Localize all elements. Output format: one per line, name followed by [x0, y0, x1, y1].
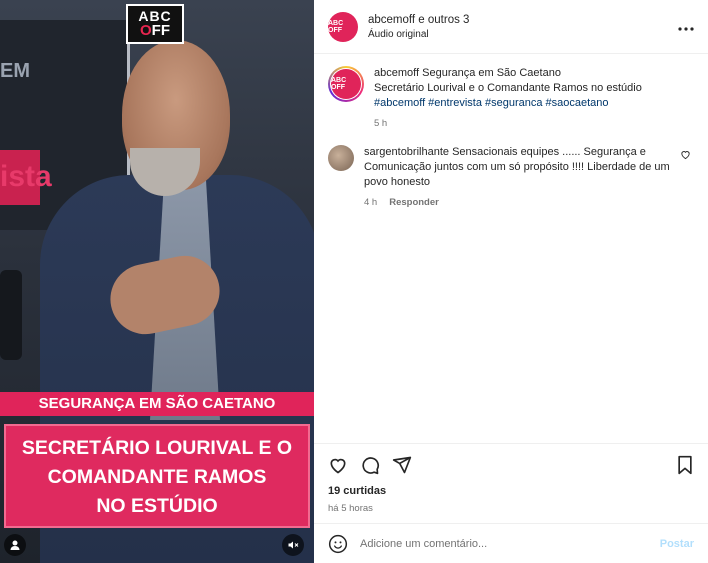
share-button[interactable]: [392, 455, 412, 475]
header-text: abcemoff e outros 3 Áudio original: [368, 14, 678, 40]
user-icon: [10, 540, 20, 550]
post-header: ABC OFF abcemoff e outros 3 Áudio origin…: [314, 0, 708, 54]
comment-icon: [362, 456, 380, 474]
author-avatar[interactable]: ABC OFF: [328, 11, 358, 42]
comment-button[interactable]: [360, 455, 380, 475]
more-options-button[interactable]: [678, 18, 694, 36]
share-icon: [392, 456, 412, 473]
hashtag-link[interactable]: #abcemoff: [374, 97, 425, 109]
author-names[interactable]: abcemoff e outros 3: [368, 14, 678, 26]
tagged-users-button[interactable]: [4, 534, 26, 556]
commenter-avatar[interactable]: [328, 145, 354, 171]
logo-line-2: OFF: [128, 23, 182, 38]
avatar-text: ABC OFF: [331, 77, 347, 91]
logo-line-1: ABC: [138, 8, 172, 24]
comment-item: sargentobrilhante Sensacionais equipes .…: [328, 145, 694, 210]
avatar-text: ABC OFF: [328, 19, 344, 34]
action-bar: [314, 443, 708, 485]
logo-o: O: [140, 22, 152, 39]
caption-username[interactable]: abcemoff: [374, 67, 419, 79]
comment-like-button[interactable]: [680, 145, 694, 210]
emoji-icon: [328, 534, 348, 553]
more-horizontal-icon: [678, 26, 694, 31]
bookmark-icon: [678, 455, 692, 474]
caption-line: COMANDANTE RAMOS: [47, 466, 267, 488]
comment-input[interactable]: [360, 537, 660, 550]
studio-sign-text: ista: [0, 160, 52, 193]
like-button[interactable]: [328, 455, 348, 475]
add-comment-bar: Postar: [314, 523, 708, 563]
speaker-muted-icon: [288, 541, 299, 549]
caption-box: SECRETÁRIO LOURIVAL E O COMANDANTE RAMOS…: [4, 424, 310, 528]
caption-avatar-inner: ABC OFF: [330, 68, 362, 100]
mute-button[interactable]: [282, 534, 304, 556]
comment-body: sargentobrilhante Sensacionais equipes .…: [364, 145, 674, 210]
heart-icon: [681, 151, 690, 160]
instagram-post-view: EM ista ABC OFF SEGURANÇA EM SÃO CAETANO…: [0, 0, 708, 563]
caption-avatar[interactable]: ABC OFF: [328, 66, 364, 102]
heart-icon: [330, 458, 346, 473]
caption-text-1: Segurança em São Caetano: [422, 67, 561, 79]
microphone-arm: [0, 270, 22, 360]
emoji-button[interactable]: [328, 534, 348, 554]
likes-count[interactable]: 19 curtidas: [314, 485, 708, 501]
comments-area[interactable]: ABC OFF abcemoff Segurança em São Caetan…: [314, 54, 708, 443]
reel-video[interactable]: EM ista ABC OFF SEGURANÇA EM SÃO CAETANO…: [0, 0, 314, 563]
comment-text-block: sargentobrilhante Sensacionais equipes .…: [364, 145, 674, 190]
hashtag-link[interactable]: #seguranca: [485, 97, 543, 109]
comment-meta: 4 h Responder: [364, 195, 674, 210]
comment-time[interactable]: 4 h: [364, 197, 377, 208]
hashtag-link[interactable]: #entrevista: [428, 97, 482, 109]
caption-line-1: abcemoff Segurança em São Caetano: [374, 66, 694, 81]
post-sidebar: ABC OFF abcemoff e outros 3 Áudio origin…: [314, 0, 708, 563]
save-button[interactable]: [676, 455, 694, 475]
caption-line: SECRETÁRIO LOURIVAL E O: [21, 437, 293, 459]
caption-avatar-logo: ABC OFF: [331, 69, 361, 99]
caption-time[interactable]: 5 h: [374, 116, 694, 131]
hashtag-link[interactable]: #saocaetano: [545, 97, 608, 109]
caption-banner: SEGURANÇA EM SÃO CAETANO: [0, 392, 314, 416]
reply-button[interactable]: Responder: [389, 197, 439, 208]
caption-line: NO ESTÚDIO: [96, 495, 218, 517]
abc-off-logo: ABC OFF: [126, 4, 184, 44]
studio-sign-em: EM: [0, 60, 30, 82]
logo-ff: FF: [151, 22, 170, 39]
caption-body: abcemoff Segurança em São Caetano Secret…: [374, 66, 694, 131]
post-age[interactable]: há 5 horas: [314, 501, 708, 523]
audio-label[interactable]: Áudio original: [368, 29, 678, 40]
post-caption: ABC OFF abcemoff Segurança em São Caetan…: [328, 66, 694, 131]
commenter-username[interactable]: sargentobrilhante: [364, 146, 449, 158]
post-comment-button[interactable]: Postar: [660, 538, 694, 550]
caption-text-2: Secretário Lourival e o Comandante Ramos…: [374, 82, 642, 94]
hashtags: #abcemoff #entrevista #seguranca #saocaetan…: [374, 96, 694, 111]
